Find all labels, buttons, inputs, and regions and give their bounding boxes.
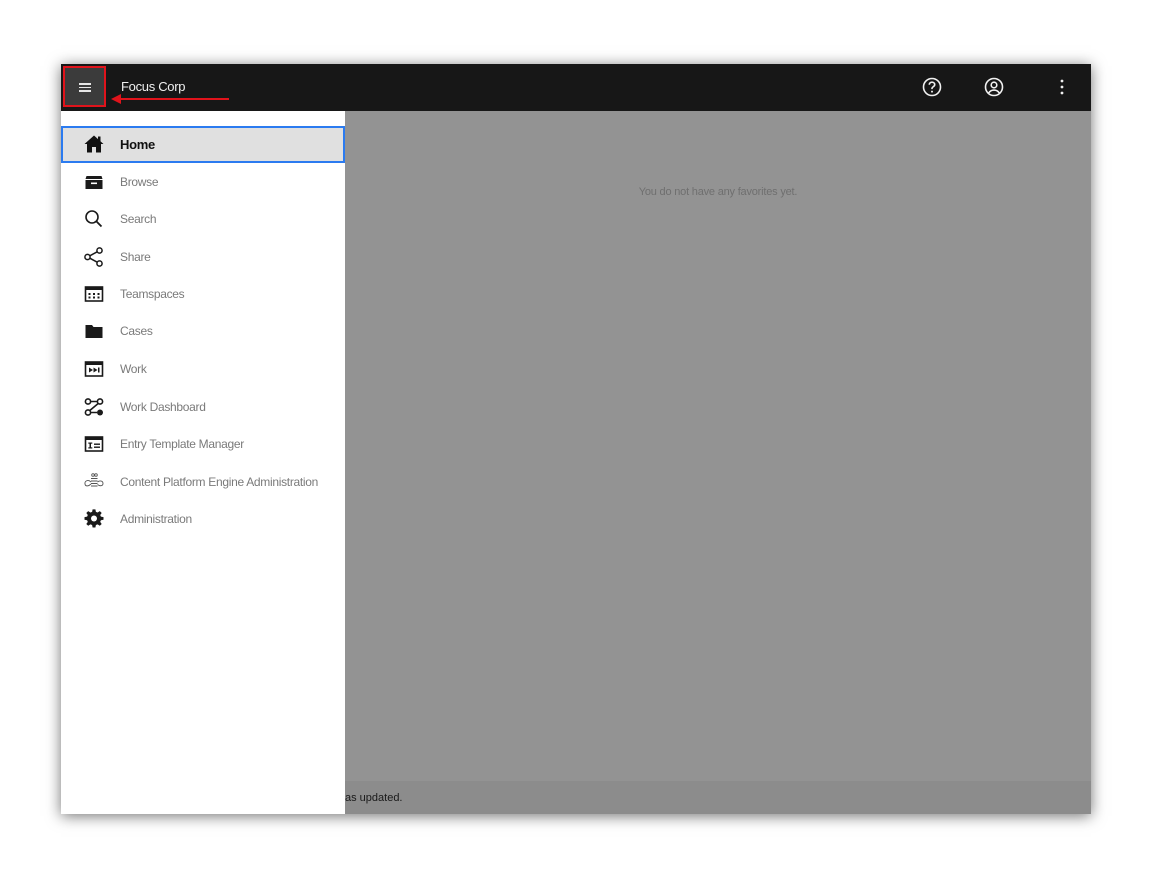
nav-item-teamspaces[interactable]: Teamspaces <box>61 276 345 313</box>
more-vertical-icon[interactable] <box>1051 76 1073 98</box>
gear-icon <box>84 509 104 528</box>
workflow-icon <box>84 398 104 416</box>
empty-favorites-message: You do not have any favorites yet. <box>638 186 798 198</box>
home-icon <box>84 135 104 153</box>
top-bar: Focus Corp <box>61 64 1091 111</box>
nav-label-search: Search <box>120 212 157 226</box>
menu-button[interactable] <box>63 66 106 107</box>
work-icon <box>84 361 104 377</box>
nav-item-cases[interactable]: Cases <box>61 313 345 350</box>
cpe-admin-icon <box>84 473 104 487</box>
nav-item-search[interactable]: Search <box>61 201 345 238</box>
nav-item-home[interactable]: Home <box>61 126 345 163</box>
app-title: Focus Corp <box>121 79 186 94</box>
nav-item-work[interactable]: Work <box>61 351 345 388</box>
nav-label-share: Share <box>120 250 151 264</box>
nav-label-cases: Cases <box>120 324 153 338</box>
browse-icon <box>85 176 103 189</box>
help-icon[interactable] <box>921 76 943 98</box>
nav-label-work: Work <box>120 362 147 376</box>
nav-label-cpe-administration: Content Platform Engine Administration <box>120 475 319 489</box>
hamburger-menu-icon <box>79 83 91 92</box>
teamspaces-icon <box>84 286 104 302</box>
nav-item-share[interactable]: Share <box>61 239 345 276</box>
nav-label-entry-template-manager: Entry Template Manager <box>120 437 244 451</box>
user-account-icon[interactable] <box>983 76 1005 98</box>
entry-template-icon <box>84 436 104 452</box>
search-icon <box>85 210 103 228</box>
nav-label-work-dashboard: Work Dashboard <box>120 400 206 414</box>
app-window: Focus Corp You do not have any favorites… <box>61 64 1091 814</box>
nav-item-work-dashboard[interactable]: Work Dashboard <box>61 389 345 426</box>
navigation-drawer: Home Browse Search Share Teamspaces Case… <box>61 111 345 814</box>
share-icon <box>84 247 103 267</box>
nav-item-cpe-administration[interactable]: Content Platform Engine Administration <box>61 464 345 501</box>
nav-label-home: Home <box>120 137 155 152</box>
nav-label-administration: Administration <box>120 512 192 526</box>
nav-item-browse[interactable]: Browse <box>61 164 345 201</box>
nav-item-entry-template-manager[interactable]: Entry Template Manager <box>61 426 345 463</box>
folder-icon <box>85 325 103 338</box>
nav-item-administration[interactable]: Administration <box>61 501 345 538</box>
nav-label-teamspaces: Teamspaces <box>120 287 185 301</box>
nav-label-browse: Browse <box>120 175 159 189</box>
status-text: as updated. <box>345 792 403 804</box>
